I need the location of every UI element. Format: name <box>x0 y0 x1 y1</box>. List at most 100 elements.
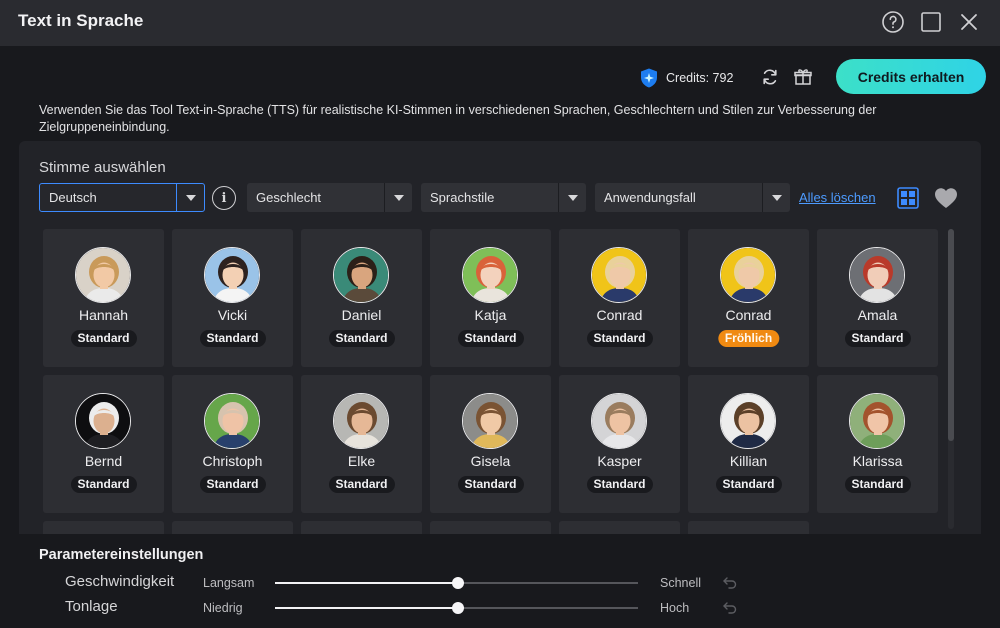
voice-card[interactable]: Kasper Standard <box>559 375 680 513</box>
voice-scrollbar-thumb[interactable] <box>948 229 954 441</box>
avatar <box>333 393 389 449</box>
avatar <box>462 393 518 449</box>
style-select-value: Sprachstile <box>430 190 495 205</box>
avatar <box>75 247 131 303</box>
voice-style-badge: Standard <box>457 330 524 347</box>
pitch-max-label: Hoch <box>660 601 690 615</box>
voice-card[interactable]: Gisela Standard <box>430 375 551 513</box>
voice-style-badge: Standard <box>586 330 653 347</box>
voice-style-badge: Standard <box>199 330 266 347</box>
close-button[interactable] <box>955 8 983 36</box>
pitch-reset-button[interactable] <box>722 600 738 616</box>
clear-all-link[interactable]: Alles löschen <box>799 190 876 205</box>
credits-text: Credits: 792 <box>666 71 734 85</box>
info-icon[interactable]: i <box>212 186 236 210</box>
pitch-slider-fill <box>275 607 458 609</box>
voice-name: Killian <box>729 453 768 469</box>
refresh-credits-button[interactable] <box>758 65 782 89</box>
title-bar: Text in Sprache <box>0 0 1000 46</box>
gift-icon <box>794 69 812 85</box>
maximize-button[interactable] <box>917 8 945 36</box>
voice-style-badge: Fröhlich <box>717 330 780 347</box>
voice-name: Kasper <box>597 453 642 469</box>
voice-name: Amala <box>857 307 898 323</box>
undo-icon <box>723 577 737 589</box>
voice-card[interactable]: Conrad Standard <box>559 229 680 367</box>
voice-name: Klarissa <box>852 453 903 469</box>
avatar <box>75 393 131 449</box>
avatar <box>849 247 905 303</box>
voice-name: Hannah <box>78 307 129 323</box>
credits-shield-icon <box>641 68 657 88</box>
voice-card[interactable]: Daniel Standard <box>301 229 422 367</box>
avatar <box>204 247 260 303</box>
avatar <box>849 393 905 449</box>
voice-name: Conrad <box>596 307 643 323</box>
voice-section-title: Stimme auswählen <box>39 159 166 176</box>
voice-style-badge: Standard <box>844 476 911 493</box>
speed-reset-button[interactable] <box>722 575 738 591</box>
voice-style-badge: Standard <box>199 476 266 493</box>
voice-card[interactable]: Killian Standard <box>688 375 809 513</box>
voice-card[interactable]: Vicki Standard <box>172 229 293 367</box>
pitch-slider-knob[interactable] <box>452 602 464 614</box>
get-credits-button[interactable]: Credits erhalten <box>836 59 986 94</box>
gender-select-value: Geschlecht <box>256 190 322 205</box>
gender-select[interactable]: Geschlecht <box>247 183 412 212</box>
avatar <box>591 393 647 449</box>
usecase-select-value: Anwendungsfall <box>604 190 696 205</box>
avatar <box>462 247 518 303</box>
voice-card[interactable]: Conrad Fröhlich <box>688 229 809 367</box>
voice-name: Elke <box>347 453 376 469</box>
favorites-button[interactable] <box>933 185 959 211</box>
style-select[interactable]: Sprachstile <box>421 183 586 212</box>
main-area: Credits: 792 Credits erhalten Verwenden … <box>0 46 1000 628</box>
voice-card[interactable]: Bernd Standard <box>43 375 164 513</box>
speed-slider[interactable] <box>275 577 638 589</box>
chevron-down-icon <box>558 183 586 212</box>
avatar <box>333 247 389 303</box>
voice-name: Bernd <box>84 453 123 469</box>
grid-view-button[interactable] <box>896 186 920 210</box>
gift-button[interactable] <box>791 65 815 89</box>
voice-scrollbar[interactable] <box>948 229 954 529</box>
speed-label: Geschwindigkeit <box>65 573 175 590</box>
language-select[interactable]: Deutsch <box>39 183 205 212</box>
voice-style-badge: Standard <box>586 476 653 493</box>
help-button[interactable] <box>879 8 907 36</box>
voice-style-badge: Standard <box>70 476 137 493</box>
speed-slider-fill <box>275 582 458 584</box>
speed-slider-knob[interactable] <box>452 577 464 589</box>
voice-card[interactable]: Christoph Standard <box>172 375 293 513</box>
pitch-min-label: Niedrig <box>203 601 243 615</box>
window-title: Text in Sprache <box>18 11 144 30</box>
refresh-icon <box>763 69 777 85</box>
voice-card[interactable]: Hannah Standard <box>43 229 164 367</box>
voice-card[interactable]: Klarissa Standard <box>817 375 938 513</box>
usecase-select[interactable]: Anwendungsfall <box>595 183 790 212</box>
pitch-slider[interactable] <box>275 602 638 614</box>
undo-icon <box>723 602 737 614</box>
voice-style-badge: Standard <box>70 330 137 347</box>
voice-style-badge: Standard <box>715 476 782 493</box>
voice-name: Vicki <box>217 307 248 323</box>
speed-min-label: Langsam <box>203 576 255 590</box>
chevron-down-icon <box>762 183 790 212</box>
voice-card[interactable]: Amala Standard <box>817 229 938 367</box>
avatar <box>204 393 260 449</box>
voice-name: Daniel <box>341 307 382 323</box>
voice-name: Conrad <box>725 307 772 323</box>
close-icon <box>961 14 977 30</box>
maximize-icon <box>921 12 941 32</box>
tool-description: Verwenden Sie das Tool Text-in-Sprache (… <box>39 103 877 134</box>
avatar <box>591 247 647 303</box>
voice-style-badge: Standard <box>328 330 395 347</box>
chevron-down-icon <box>176 183 204 212</box>
chevron-down-icon <box>384 183 412 212</box>
voice-name: Katja <box>474 307 507 323</box>
voice-card[interactable]: Elke Standard <box>301 375 422 513</box>
voice-grid: Hannah Standard Vicki Standard Daniel Standar… <box>43 229 939 541</box>
speed-max-label: Schnell <box>660 576 701 590</box>
voice-card[interactable]: Katja Standard <box>430 229 551 367</box>
language-select-value: Deutsch <box>49 190 97 205</box>
